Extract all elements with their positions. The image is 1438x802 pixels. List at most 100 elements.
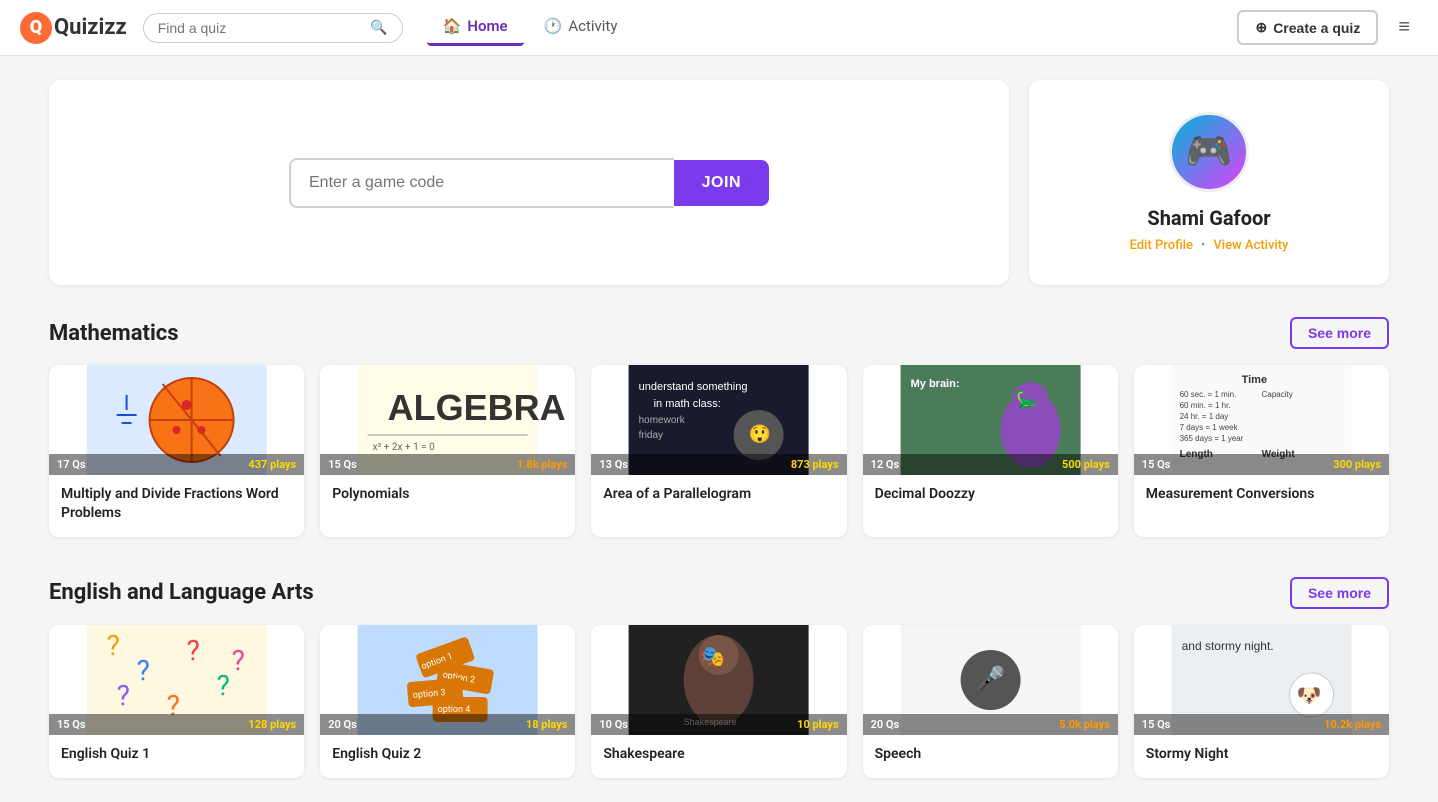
- svg-text:?: ?: [117, 679, 130, 712]
- quiz-title: Speech: [875, 745, 1106, 764]
- quiz-questions: 12 Qs: [871, 458, 900, 471]
- quiz-meta-bar: 13 Qs 873 plays: [591, 454, 846, 475]
- create-label: Create a quiz: [1273, 20, 1360, 36]
- profile-name: Shami Gafoor: [1147, 206, 1270, 230]
- svg-text:365 days = 1 year: 365 days = 1 year: [1179, 434, 1243, 443]
- quiz-info: Speech: [863, 735, 1118, 778]
- quiz-title: English Quiz 1: [61, 745, 292, 764]
- menu-button[interactable]: ≡: [1390, 12, 1418, 43]
- svg-text:?: ?: [232, 644, 245, 677]
- nav-home[interactable]: 🏠 Home: [427, 9, 524, 46]
- svg-text:🐶: 🐶: [1296, 683, 1321, 707]
- math-section-header: Mathematics See more: [49, 317, 1389, 349]
- home-icon: 🏠: [443, 17, 462, 35]
- search-bar: 🔍: [143, 13, 403, 43]
- profile-card: 🎮 Shami Gafoor Edit Profile • View Activ…: [1029, 80, 1389, 285]
- quiz-card[interactable]: understand something in math class: home…: [591, 365, 846, 537]
- svg-text:in math class:: in math class:: [654, 398, 721, 410]
- view-activity-link[interactable]: View Activity: [1213, 238, 1288, 253]
- nav-activity[interactable]: 🕐 Activity: [528, 9, 634, 46]
- plus-icon: ⊕: [1255, 19, 1267, 36]
- quiz-card[interactable]: Time 60 sec. = 1 min. 60 min. = 1 hr. 24…: [1134, 365, 1389, 537]
- quiz-meta-bar: 20 Qs 18 plays: [320, 714, 575, 735]
- svg-text:Time: Time: [1241, 374, 1266, 386]
- quiz-questions: 15 Qs: [1142, 458, 1171, 471]
- quiz-card[interactable]: 🎤 20 Qs 5.0k plays Speech: [863, 625, 1118, 778]
- quiz-title: Polynomials: [332, 485, 563, 504]
- quiz-title: Shakespeare: [603, 745, 834, 764]
- quiz-plays: 5.0k plays: [1059, 718, 1110, 731]
- svg-text:My brain:: My brain:: [910, 378, 959, 390]
- quiz-info: Stormy Night: [1134, 735, 1389, 778]
- quiz-title: Measurement Conversions: [1146, 485, 1377, 504]
- logo-q-icon: Q: [20, 12, 52, 44]
- quiz-questions: 17 Qs: [57, 458, 86, 471]
- svg-text:60 sec. = 1 min.: 60 sec. = 1 min.: [1179, 390, 1236, 399]
- english-section-title: English and Language Arts: [49, 580, 314, 605]
- activity-icon: 🕐: [544, 17, 563, 35]
- quiz-thumbnail: 17 Qs 437 plays: [49, 365, 304, 475]
- quiz-plays: 873 plays: [791, 458, 839, 471]
- avatar: 🎮: [1169, 112, 1249, 192]
- quiz-info: English Quiz 1: [49, 735, 304, 778]
- svg-text:🎭: 🎭: [701, 644, 726, 668]
- svg-text:60 min. = 1 hr.: 60 min. = 1 hr.: [1179, 401, 1230, 410]
- quiz-card[interactable]: ? ? ? ? ? ? ? 15 Qs 128 plays English Qu…: [49, 625, 304, 778]
- quiz-questions: 10 Qs: [599, 718, 628, 731]
- quiz-card[interactable]: option 1 option 2 option 3 option 4 20 Q…: [320, 625, 575, 778]
- svg-text:?: ?: [137, 654, 150, 687]
- quiz-card[interactable]: My brain: 🦕 12 Qs 500 plays Decimal Dooz…: [863, 365, 1118, 537]
- nav-home-label: Home: [467, 17, 507, 35]
- join-form: JOIN: [289, 158, 769, 208]
- english-quiz-grid: ? ? ? ? ? ? ? 15 Qs 128 plays English Qu…: [49, 625, 1389, 778]
- quiz-questions: 13 Qs: [599, 458, 628, 471]
- svg-text:homework: homework: [639, 415, 686, 426]
- svg-text:?: ?: [107, 629, 120, 662]
- quiz-card[interactable]: 🎭 Shakespeare 10 Qs 10 plays Shakespeare: [591, 625, 846, 778]
- quiz-meta-bar: 15 Qs 128 plays: [49, 714, 304, 735]
- svg-text:?: ?: [187, 634, 200, 667]
- profile-links: Edit Profile • View Activity: [1130, 238, 1289, 253]
- edit-profile-link[interactable]: Edit Profile: [1130, 238, 1193, 253]
- math-see-more-button[interactable]: See more: [1290, 317, 1389, 349]
- join-button[interactable]: JOIN: [674, 160, 769, 206]
- quiz-questions: 20 Qs: [328, 718, 357, 731]
- svg-text:7 days = 1 week: 7 days = 1 week: [1179, 423, 1238, 432]
- english-see-more-button[interactable]: See more: [1290, 577, 1389, 609]
- quiz-questions: 15 Qs: [1142, 718, 1171, 731]
- quiz-title: Decimal Doozzy: [875, 485, 1106, 504]
- quiz-title: Stormy Night: [1146, 745, 1377, 764]
- quiz-info: Measurement Conversions: [1134, 475, 1389, 518]
- nav-activity-label: Activity: [568, 17, 617, 35]
- english-section-header: English and Language Arts See more: [49, 577, 1389, 609]
- quiz-card[interactable]: ALGEBRA x² + 2x + 1 = 0 15 Qs 1.8k plays…: [320, 365, 575, 537]
- quiz-meta-bar: 12 Qs 500 plays: [863, 454, 1118, 475]
- quiz-thumbnail: My brain: 🦕 12 Qs 500 plays: [863, 365, 1118, 475]
- create-quiz-button[interactable]: ⊕ Create a quiz: [1237, 10, 1378, 45]
- quiz-title: Multiply and Divide Fractions Word Probl…: [61, 485, 292, 523]
- join-card: JOIN: [49, 80, 1009, 285]
- quiz-thumbnail: ALGEBRA x² + 2x + 1 = 0 15 Qs 1.8k plays: [320, 365, 575, 475]
- quiz-info: Multiply and Divide Fractions Word Probl…: [49, 475, 304, 537]
- quiz-meta-bar: 15 Qs 1.8k plays: [320, 454, 575, 475]
- quiz-info: Decimal Doozzy: [863, 475, 1118, 518]
- logo-text: Quizizz: [54, 15, 127, 40]
- quiz-plays: 300 plays: [1333, 458, 1381, 471]
- search-icon: 🔍: [370, 20, 387, 36]
- quiz-meta-bar: 10 Qs 10 plays: [591, 714, 846, 735]
- quiz-plays: 437 plays: [248, 458, 296, 471]
- quiz-thumbnail: option 1 option 2 option 3 option 4 20 Q…: [320, 625, 575, 735]
- quiz-info: English Quiz 2: [320, 735, 575, 778]
- search-input[interactable]: [158, 20, 365, 36]
- game-code-input[interactable]: [289, 158, 674, 208]
- svg-text:🦕: 🦕: [1015, 388, 1037, 410]
- quiz-questions: 15 Qs: [57, 718, 86, 731]
- quiz-thumbnail: Time 60 sec. = 1 min. 60 min. = 1 hr. 24…: [1134, 365, 1389, 475]
- quiz-card[interactable]: and stormy night. 🐶 15 Qs 10.2k plays St…: [1134, 625, 1389, 778]
- logo[interactable]: Q Quizizz: [20, 12, 127, 44]
- svg-text:🎤: 🎤: [975, 664, 1005, 693]
- quiz-thumbnail: ? ? ? ? ? ? ? 15 Qs 128 plays: [49, 625, 304, 735]
- quiz-title: Area of a Parallelogram: [603, 485, 834, 504]
- navbar: Q Quizizz 🔍 🏠 Home 🕐 Activity ⊕ Create a…: [0, 0, 1438, 56]
- quiz-card[interactable]: 17 Qs 437 plays Multiply and Divide Frac…: [49, 365, 304, 537]
